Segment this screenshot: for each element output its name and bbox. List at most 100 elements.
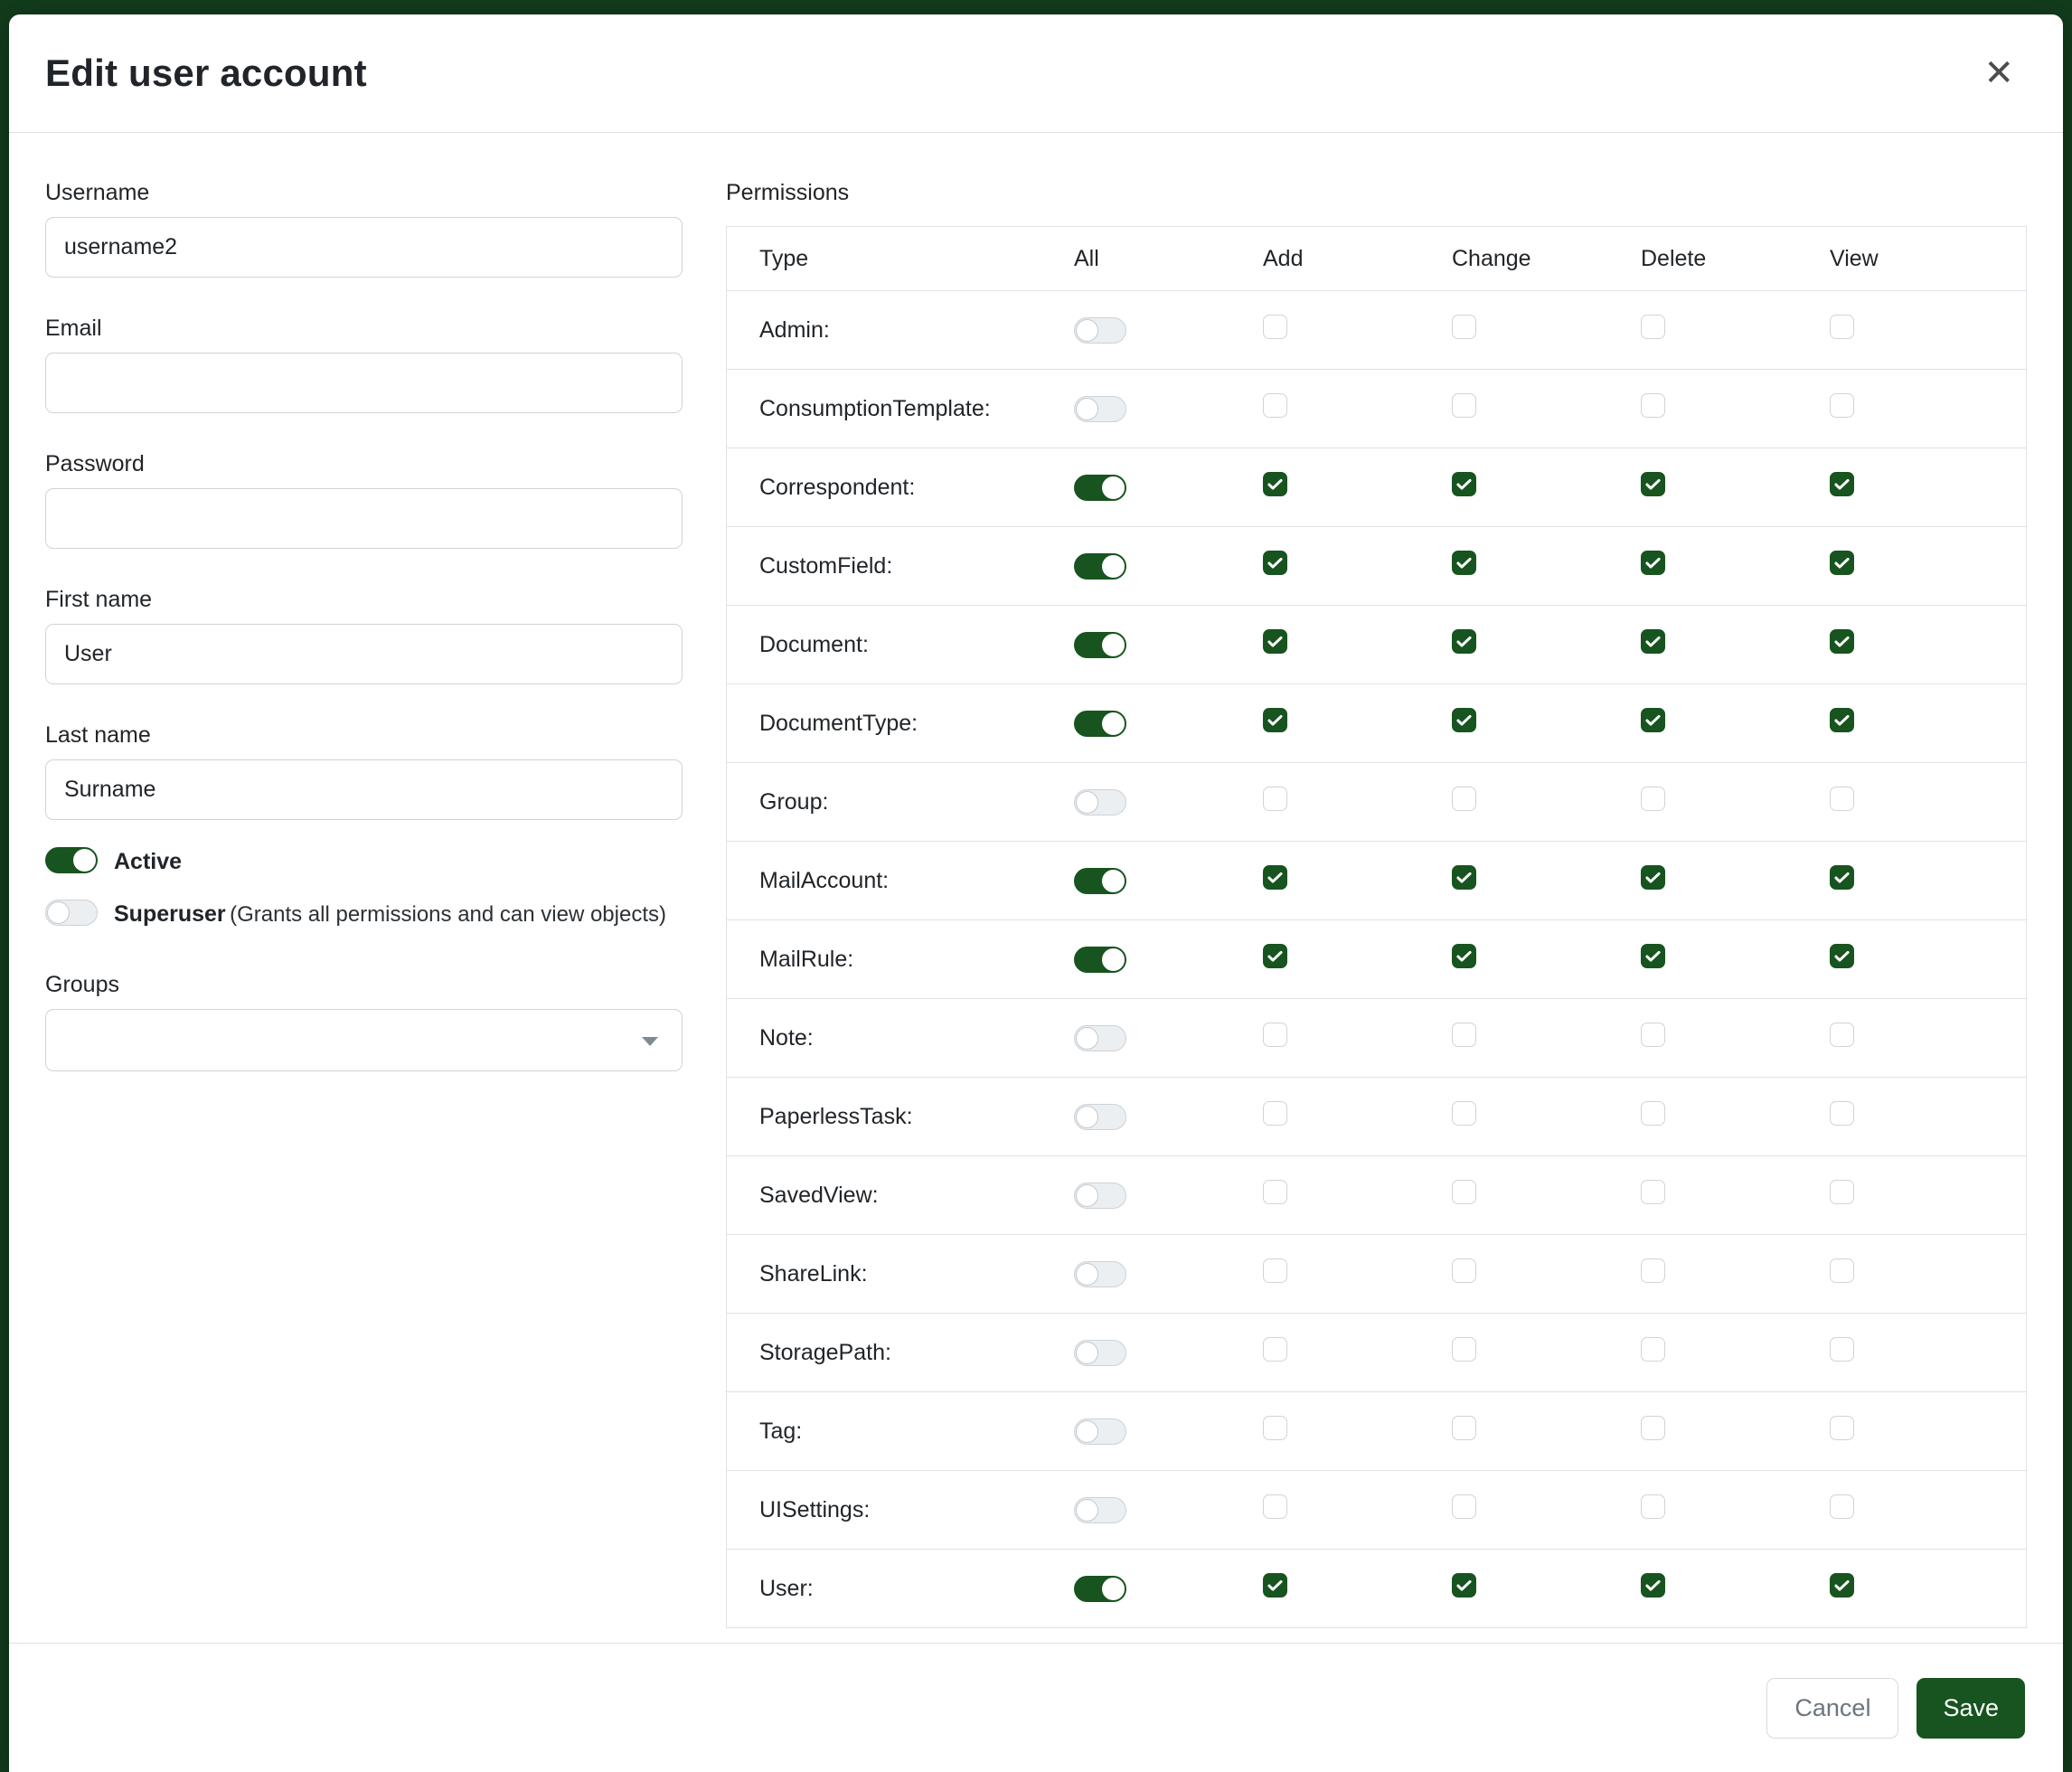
permission-change-checkbox[interactable] [1452,1258,1476,1283]
permission-delete-checkbox[interactable] [1641,944,1665,968]
permission-change-checkbox[interactable] [1452,865,1476,890]
permission-delete-checkbox[interactable] [1641,472,1665,496]
permission-delete-checkbox[interactable] [1641,551,1665,575]
permission-type-label: ShareLink: [727,1261,1074,1287]
first-name-field[interactable] [45,624,683,684]
permission-all-toggle[interactable] [1074,1576,1126,1602]
permission-delete-checkbox[interactable] [1641,1416,1665,1440]
permission-view-checkbox[interactable] [1830,944,1854,968]
permission-all-toggle[interactable] [1074,1183,1126,1209]
permission-view-checkbox[interactable] [1830,551,1854,575]
permission-all-toggle[interactable] [1074,1104,1126,1130]
permission-view-checkbox[interactable] [1830,787,1854,811]
permission-view-checkbox[interactable] [1830,1416,1854,1440]
permission-delete-checkbox[interactable] [1641,1023,1665,1047]
permission-delete-checkbox[interactable] [1641,629,1665,654]
permission-delete-checkbox[interactable] [1641,865,1665,890]
permission-change-checkbox[interactable] [1452,315,1476,339]
password-field[interactable] [45,488,683,549]
permission-view-checkbox[interactable] [1830,629,1854,654]
permission-delete-checkbox[interactable] [1641,1573,1665,1598]
permission-delete-checkbox[interactable] [1641,1101,1665,1126]
permission-add-checkbox[interactable] [1263,1258,1287,1283]
permission-delete-checkbox[interactable] [1641,1180,1665,1204]
permission-all-toggle[interactable] [1074,789,1126,815]
permission-change-checkbox[interactable] [1452,1101,1476,1126]
permission-type-label: ConsumptionTemplate: [727,396,1074,422]
permission-add-checkbox[interactable] [1263,865,1287,890]
username-input[interactable] [45,217,683,278]
permission-add-checkbox[interactable] [1263,1101,1287,1126]
permission-add-checkbox[interactable] [1263,472,1287,496]
permission-row: Document: [727,605,2026,683]
permission-all-toggle[interactable] [1074,475,1126,501]
permission-delete-checkbox[interactable] [1641,708,1665,732]
permission-view-checkbox[interactable] [1830,1180,1854,1204]
permission-view-checkbox[interactable] [1830,708,1854,732]
permission-change-checkbox[interactable] [1452,1573,1476,1598]
permission-change-checkbox[interactable] [1452,629,1476,654]
superuser-toggle[interactable] [45,900,98,926]
permission-view-checkbox[interactable] [1830,315,1854,339]
permission-type-label: Group: [727,789,1074,815]
permission-change-checkbox[interactable] [1452,1023,1476,1047]
permission-all-toggle[interactable] [1074,947,1126,973]
permission-delete-checkbox[interactable] [1641,393,1665,418]
permission-view-checkbox[interactable] [1830,1573,1854,1598]
permission-change-checkbox[interactable] [1452,708,1476,732]
groups-select[interactable] [45,1009,683,1071]
save-button[interactable]: Save [1917,1678,2025,1739]
permission-change-checkbox[interactable] [1452,472,1476,496]
permission-add-checkbox[interactable] [1263,629,1287,654]
permission-change-checkbox[interactable] [1452,1494,1476,1519]
permission-all-toggle[interactable] [1074,711,1126,737]
permission-all-toggle[interactable] [1074,1340,1126,1366]
permission-add-checkbox[interactable] [1263,393,1287,418]
permission-view-checkbox[interactable] [1830,393,1854,418]
permission-change-checkbox[interactable] [1452,393,1476,418]
permission-delete-checkbox[interactable] [1641,315,1665,339]
permission-change-checkbox[interactable] [1452,787,1476,811]
last-name-field[interactable] [45,759,683,820]
permission-view-checkbox[interactable] [1830,1494,1854,1519]
permission-delete-checkbox[interactable] [1641,1494,1665,1519]
email-field[interactable] [45,353,683,413]
permission-view-checkbox[interactable] [1830,865,1854,890]
permission-change-checkbox[interactable] [1452,1416,1476,1440]
permission-change-checkbox[interactable] [1452,551,1476,575]
permission-change-checkbox[interactable] [1452,1337,1476,1362]
permission-add-checkbox[interactable] [1263,944,1287,968]
permission-delete-checkbox[interactable] [1641,787,1665,811]
active-toggle[interactable] [45,847,98,873]
permission-change-checkbox[interactable] [1452,944,1476,968]
permission-all-toggle[interactable] [1074,1497,1126,1523]
permission-all-toggle[interactable] [1074,317,1126,344]
permission-add-checkbox[interactable] [1263,787,1287,811]
permission-add-checkbox[interactable] [1263,1180,1287,1204]
permission-all-toggle[interactable] [1074,632,1126,658]
permission-all-toggle[interactable] [1074,1025,1126,1051]
permission-all-toggle[interactable] [1074,1419,1126,1445]
permission-add-checkbox[interactable] [1263,1494,1287,1519]
close-icon[interactable]: ✕ [1974,50,2023,97]
permission-view-checkbox[interactable] [1830,1258,1854,1283]
permission-change-checkbox[interactable] [1452,1180,1476,1204]
permission-view-checkbox[interactable] [1830,1023,1854,1047]
permission-all-toggle[interactable] [1074,396,1126,422]
permission-all-toggle[interactable] [1074,868,1126,894]
permission-add-checkbox[interactable] [1263,1337,1287,1362]
permission-view-checkbox[interactable] [1830,472,1854,496]
permission-all-toggle[interactable] [1074,1261,1126,1287]
permission-add-checkbox[interactable] [1263,1573,1287,1598]
permission-add-checkbox[interactable] [1263,551,1287,575]
permission-add-checkbox[interactable] [1263,1023,1287,1047]
permission-delete-checkbox[interactable] [1641,1258,1665,1283]
permission-view-checkbox[interactable] [1830,1101,1854,1126]
permission-add-checkbox[interactable] [1263,708,1287,732]
permission-add-checkbox[interactable] [1263,315,1287,339]
permission-view-checkbox[interactable] [1830,1337,1854,1362]
permission-all-toggle[interactable] [1074,553,1126,580]
cancel-button[interactable]: Cancel [1766,1678,1898,1739]
permission-add-checkbox[interactable] [1263,1416,1287,1440]
permission-delete-checkbox[interactable] [1641,1337,1665,1362]
